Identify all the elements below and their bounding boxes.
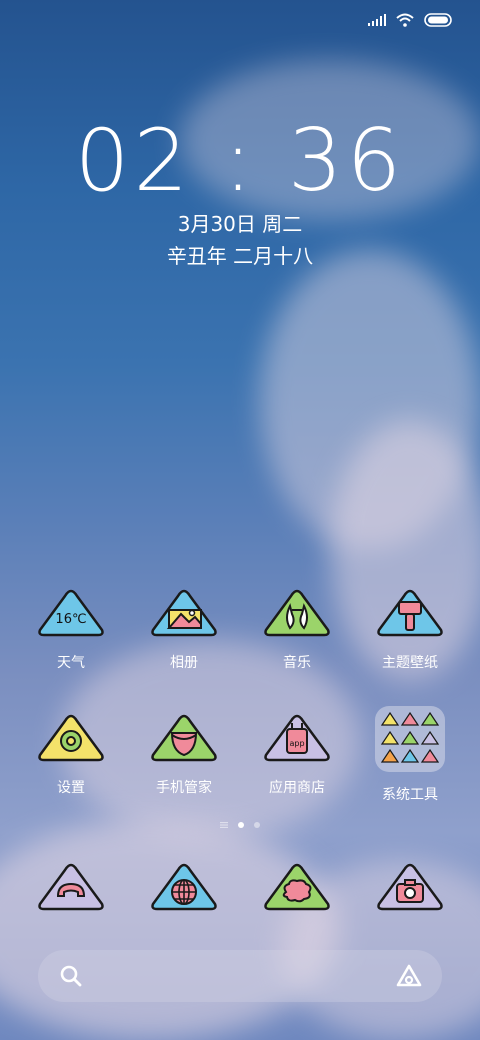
assistant-icon[interactable] <box>396 964 422 988</box>
status-bar <box>368 10 454 30</box>
app-label: 设置 <box>57 780 85 796</box>
music-icon <box>264 589 330 637</box>
battery-icon <box>424 13 452 27</box>
app-security[interactable]: 手机管家 <box>129 713 239 797</box>
page-list-icon <box>220 822 228 828</box>
app-folder-system-tools[interactable]: 系统工具 <box>355 706 465 804</box>
folder-icon <box>375 706 445 772</box>
app-label: 音乐 <box>283 655 311 671</box>
app-weather[interactable]: 16℃ 天气 <box>16 588 126 672</box>
app-label: 天气 <box>57 655 85 671</box>
app-label: 相册 <box>170 655 198 671</box>
page-dot-active <box>238 822 244 828</box>
app-gallery[interactable]: 相册 <box>129 588 239 672</box>
app-label: 系统工具 <box>382 787 438 803</box>
phone-icon <box>38 863 104 911</box>
wifi-icon <box>396 13 414 27</box>
message-icon <box>264 863 330 911</box>
dock-messages[interactable] <box>242 862 352 912</box>
clock: 02 : 36 <box>74 111 406 211</box>
weather-temp: 16℃ <box>55 612 86 627</box>
globe-icon <box>151 863 217 911</box>
settings-icon <box>38 714 104 762</box>
app-label: 手机管家 <box>156 780 212 796</box>
gallery-icon <box>151 589 217 637</box>
app-settings[interactable]: 设置 <box>16 713 126 797</box>
app-label: 主题壁纸 <box>382 655 438 671</box>
theme-icon <box>377 589 443 637</box>
app-label: 应用商店 <box>269 780 325 796</box>
camera-icon <box>377 863 443 911</box>
app-store-text: app <box>289 739 304 748</box>
date: 3月30日 周二 <box>177 212 303 236</box>
lunar-date: 辛丑年 二月十八 <box>166 244 314 268</box>
dock-browser[interactable] <box>129 862 239 912</box>
search-bar[interactable] <box>38 950 442 1002</box>
search-icon[interactable] <box>60 965 82 987</box>
signal-bars-icon <box>368 14 386 26</box>
weather-icon: 16℃ <box>38 589 104 637</box>
page-dot <box>254 822 260 828</box>
app-music[interactable]: 音乐 <box>242 588 352 672</box>
dock-camera[interactable] <box>355 862 465 912</box>
security-icon <box>151 714 217 762</box>
app-theme[interactable]: 主题壁纸 <box>355 588 465 672</box>
dock-phone[interactable] <box>16 862 126 912</box>
app-store[interactable]: app 应用商店 <box>242 713 352 797</box>
app-store-icon: app <box>264 714 330 762</box>
page-indicator[interactable] <box>0 822 480 828</box>
